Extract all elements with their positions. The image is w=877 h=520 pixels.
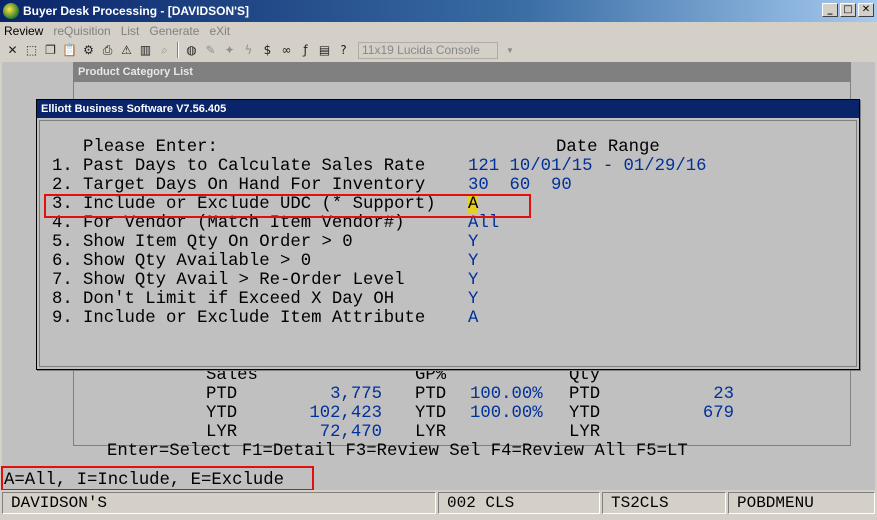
pen-icon[interactable]: ✎ — [202, 42, 219, 59]
gp-value: 100.00% — [470, 385, 543, 404]
gp-value: 100.00% — [470, 404, 543, 423]
option-value[interactable]: Y — [468, 271, 478, 290]
toolbar: ✕ ⬚ ❐ 📋 ⚙ ⎙ ⚠ ▥ ⌕ ◍ ✎ ✦ ϟ $ ∞ ƒ ▤ ? 11x1… — [0, 40, 877, 60]
highlight-box — [44, 194, 531, 218]
chevron-down-icon[interactable]: ▼ — [504, 42, 516, 59]
function-keys-line: Enter=Select F1=Detail F3=Review Sel F4=… — [107, 442, 688, 461]
menu-exit[interactable]: eXit — [209, 24, 230, 38]
sales-value: 3,775 — [330, 385, 382, 404]
option-value[interactable]: Y — [468, 252, 478, 271]
close-x-icon[interactable]: ✕ — [4, 42, 21, 59]
option-label: Past Days to Calculate Sales Rate — [83, 157, 426, 176]
row-label: LYR — [206, 423, 238, 442]
option-label: Don't Limit if Exceed X Day OH — [83, 290, 395, 309]
sales-value: 102,423 — [309, 404, 382, 423]
status-menu: POBDMENU — [728, 492, 875, 514]
option-value[interactable]: 121 10/01/15 - 01/29/16 — [468, 157, 707, 176]
help-cursor-icon[interactable]: ? — [335, 42, 352, 59]
date-range-label: Date Range — [556, 138, 660, 157]
qty-row-label: PTD — [569, 385, 601, 404]
highlight-box — [1, 466, 314, 491]
menu-list[interactable]: List — [121, 24, 140, 38]
menu-generate[interactable]: Generate — [149, 24, 199, 38]
gp-row-label: LYR — [415, 423, 447, 442]
status-bar: DAVIDSON'S 002 CLS TS2CLS POBDMENU — [0, 490, 877, 520]
gp-row-label: PTD — [415, 385, 447, 404]
toolbar-separator — [177, 42, 179, 58]
tools-icon[interactable]: ✦ — [221, 42, 238, 59]
maximize-button[interactable]: □ — [840, 3, 856, 17]
window-title: Buyer Desk Processing - [DAVIDSON'S] — [23, 4, 250, 18]
option-number: 6. — [52, 252, 73, 271]
function-icon[interactable]: ƒ — [297, 42, 314, 59]
option-label: Target Days On Hand For Inventory — [83, 176, 426, 195]
prompt-text: Please Enter: — [83, 138, 218, 157]
option-number: 7. — [52, 271, 73, 290]
row-label: PTD — [206, 385, 238, 404]
title-bar: Buyer Desk Processing - [DAVIDSON'S] _ □… — [0, 0, 877, 22]
qty-row-label: LYR — [569, 423, 601, 442]
status-company: DAVIDSON'S — [2, 492, 436, 514]
menu-requisition[interactable]: reQuisition — [53, 24, 110, 38]
status-terminal: TS2CLS — [602, 492, 726, 514]
select-box-icon[interactable]: ⬚ — [23, 42, 40, 59]
qty-value: 679 — [702, 404, 734, 423]
minimize-button[interactable]: _ — [822, 3, 838, 17]
option-number: 9. — [52, 309, 73, 328]
notes-icon[interactable]: ▤ — [316, 42, 333, 59]
qty-value: 23 — [713, 385, 734, 404]
option-label: Show Qty Avail > Re-Order Level — [83, 271, 405, 290]
copy-icon[interactable]: ❐ — [42, 42, 59, 59]
chart-icon[interactable]: ▥ — [137, 42, 154, 59]
warning-icon[interactable]: ⚠ — [118, 42, 135, 59]
option-value[interactable]: Y — [468, 233, 478, 252]
app-icon — [3, 3, 19, 19]
sales-value: 72,470 — [319, 423, 382, 442]
font-select[interactable]: 11x19 Lucida Console — [358, 41, 498, 59]
dialog-title: Elliott Business Software V7.56.405 — [37, 100, 859, 118]
row-label: YTD — [206, 404, 238, 423]
option-label: Include or Exclude Item Attribute — [83, 309, 426, 328]
paste-icon[interactable]: 📋 — [61, 42, 78, 59]
status-code: 002 CLS — [438, 492, 600, 514]
option-value[interactable]: 30 60 90 — [468, 176, 572, 195]
qty-row-label: YTD — [569, 404, 601, 423]
option-number: 8. — [52, 290, 73, 309]
option-label: Show Qty Available > 0 — [83, 252, 312, 271]
globe-icon[interactable]: ◍ — [183, 42, 200, 59]
link-icon[interactable]: ∞ — [278, 42, 295, 59]
option-number: 1. — [52, 157, 73, 176]
option-number: 2. — [52, 176, 73, 195]
product-category-title: Product Category List — [74, 63, 850, 82]
search-icon[interactable]: ⌕ — [156, 42, 173, 59]
menu-bar: Review reQuisition List Generate eXit — [0, 22, 877, 40]
option-number: 5. — [52, 233, 73, 252]
close-button[interactable]: ✕ — [858, 3, 874, 17]
print-icon[interactable]: ⎙ — [99, 42, 116, 59]
option-value[interactable]: Y — [468, 290, 478, 309]
lightning-icon[interactable]: ϟ — [240, 42, 257, 59]
menu-review[interactable]: Review — [4, 24, 43, 38]
gp-row-label: YTD — [415, 404, 447, 423]
settings-icon[interactable]: ⚙ — [80, 42, 97, 59]
option-label: Show Item Qty On Order > 0 — [83, 233, 353, 252]
option-value[interactable]: A — [468, 309, 478, 328]
dollar-icon[interactable]: $ — [259, 42, 276, 59]
